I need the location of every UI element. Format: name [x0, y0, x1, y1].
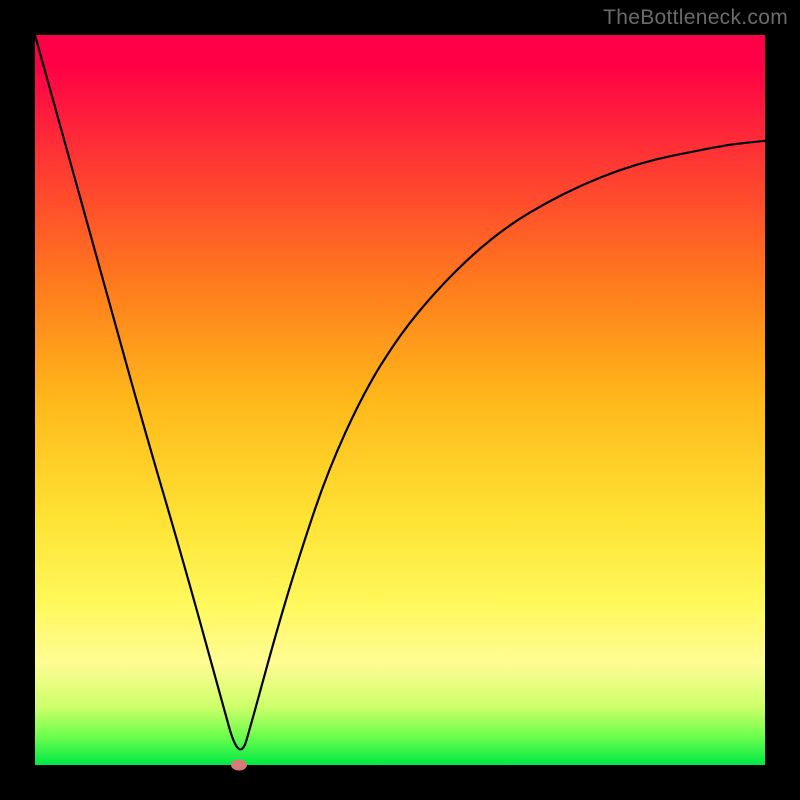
min-marker — [231, 760, 247, 771]
plot-area — [35, 35, 765, 765]
curve-svg — [35, 35, 765, 765]
chart-frame: TheBottleneck.com — [0, 0, 800, 800]
watermark-text: TheBottleneck.com — [603, 6, 788, 30]
bottleneck-curve — [35, 35, 765, 749]
